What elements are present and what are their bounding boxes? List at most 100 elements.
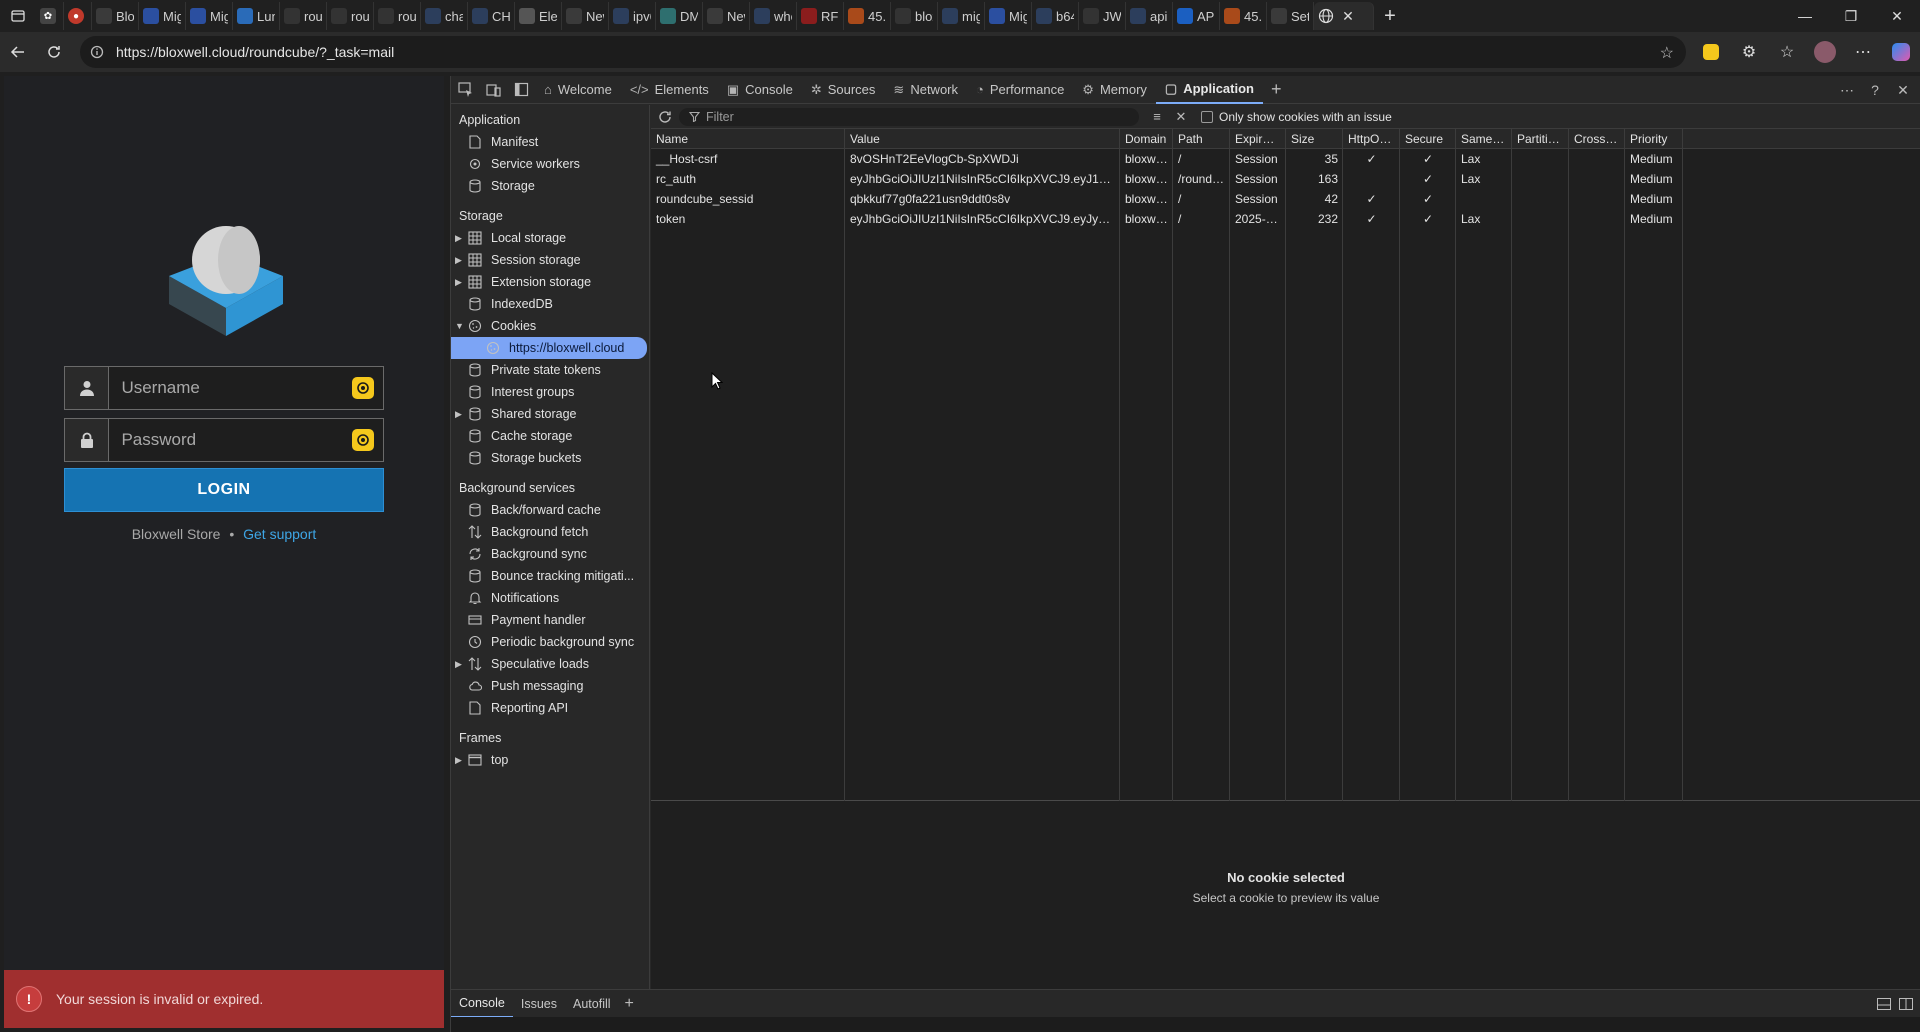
browser-tab[interactable]: rour — [280, 2, 327, 30]
sidebar-item-storage-buckets[interactable]: Storage buckets — [451, 447, 649, 469]
close-drawer-icon[interactable] — [1899, 998, 1913, 1010]
password-extension-icon[interactable] — [1692, 32, 1730, 72]
close-devtools-icon[interactable]: ✕ — [1889, 76, 1917, 104]
browser-tab[interactable]: API I — [1173, 2, 1220, 30]
new-tab-button[interactable]: + — [1374, 2, 1406, 30]
sidebar-item-https-bloxwell-cloud[interactable]: https://bloxwell.cloud — [451, 337, 647, 359]
column-header-partition[interactable]: Partition ... — [1512, 128, 1569, 149]
password-manager-icon[interactable] — [342, 367, 383, 409]
toggle-sidebar-icon[interactable] — [507, 76, 535, 104]
sidebar-item-indexeddb[interactable]: IndexedDB — [451, 293, 649, 315]
more-menu-icon[interactable]: ⋯ — [1844, 32, 1882, 72]
sidebar-item-back-forward-cache[interactable]: Back/forward cache — [451, 499, 649, 521]
devtools-tab-elements[interactable]: </> Elements — [621, 76, 718, 104]
browser-tab[interactable]: RFC — [797, 2, 844, 30]
devtools-tab-welcome[interactable]: ⌂ Welcome — [535, 76, 621, 104]
browser-tab[interactable]: 45.4 — [844, 2, 891, 30]
devtools-tab-console[interactable]: ▣ Console — [718, 76, 802, 104]
inspect-element-icon[interactable] — [451, 76, 479, 104]
password-manager-icon[interactable] — [342, 419, 383, 461]
username-input[interactable] — [109, 367, 343, 409]
browser-tab[interactable]: Luna — [233, 2, 280, 30]
collapsed-arrow-icon[interactable]: ▶ — [451, 659, 467, 670]
drawer-tab-autofill[interactable]: Autofill — [565, 990, 619, 1018]
sidebar-item-periodic-background-sync[interactable]: Periodic background sync — [451, 631, 649, 653]
cookie-filter-input[interactable]: Filter — [679, 107, 1139, 126]
browser-tab[interactable]: rour — [327, 2, 374, 30]
favorite-star-icon[interactable]: ☆ — [1660, 43, 1674, 63]
help-icon[interactable]: ? — [1861, 76, 1889, 104]
column-header-domain[interactable]: Domain — [1120, 128, 1173, 149]
sidebar-item-manifest[interactable]: Manifest — [451, 131, 649, 153]
favorites-icon[interactable]: ☆ — [1768, 32, 1806, 72]
collapsed-arrow-icon[interactable]: ▶ — [451, 755, 467, 766]
profile-avatar[interactable] — [1806, 32, 1844, 72]
support-link[interactable]: Get support — [243, 526, 316, 542]
browser-tab[interactable]: Blox — [92, 2, 139, 30]
table-row[interactable]: token eyJhbGciOiJIUzI1NiIsInR5cCI6IkpXVCJ… — [651, 209, 1920, 229]
sidebar-item-speculative-loads[interactable]: ▶ Speculative loads — [451, 653, 649, 675]
sidebar-item-private-state-tokens[interactable]: Private state tokens — [451, 359, 649, 381]
browser-tab[interactable]: New — [562, 2, 609, 30]
copilot-sidebar-icon[interactable] — [1882, 32, 1920, 72]
devtools-more-icon[interactable]: ⋯ — [1833, 76, 1861, 104]
column-header-secure[interactable]: Secure — [1400, 128, 1456, 149]
back-button[interactable] — [0, 36, 36, 68]
sidebar-item-session-storage[interactable]: ▶ Session storage — [451, 249, 649, 271]
devtools-tab-performance[interactable]: ◔ Performance — [967, 76, 1073, 104]
column-header-samesite[interactable]: SameSite — [1456, 128, 1512, 149]
site-info-icon[interactable] — [90, 45, 110, 59]
column-header-cross-site[interactable]: Cross Site — [1569, 128, 1625, 149]
more-tools-icon[interactable]: + — [1263, 79, 1290, 100]
dock-drawer-icon[interactable] — [1877, 998, 1891, 1010]
browser-tab[interactable]: Migr — [186, 2, 233, 30]
browser-tab[interactable]: Migr — [985, 2, 1032, 30]
browser-tab[interactable]: whe — [750, 2, 797, 30]
drawer-tab-console[interactable]: Console — [451, 990, 513, 1018]
browser-tab[interactable]: chat — [421, 2, 468, 30]
browser-tab[interactable]: DMA — [656, 2, 703, 30]
column-header-value[interactable]: Value — [845, 128, 1120, 149]
browser-tab[interactable]: JWT — [1079, 2, 1126, 30]
sidebar-item-interest-groups[interactable]: Interest groups — [451, 381, 649, 403]
sidebar-item-shared-storage[interactable]: ▶ Shared storage — [451, 403, 649, 425]
minimize-icon[interactable]: — — [1782, 0, 1828, 32]
sidebar-item-service-workers[interactable]: Service workers — [451, 153, 649, 175]
table-row[interactable]: roundcube_sessid qbkkuf77g0fa221usn9ddt0s… — [651, 189, 1920, 209]
sidebar-item-notifications[interactable]: Notifications — [451, 587, 649, 609]
sidebar-item-reporting-api[interactable]: Reporting API — [451, 697, 649, 719]
collapsed-arrow-icon[interactable]: ▶ — [451, 233, 467, 244]
column-header-priority[interactable]: Priority — [1625, 128, 1683, 149]
delete-all-icon[interactable]: ✕ — [1169, 109, 1193, 125]
browser-tab[interactable]: migr — [938, 2, 985, 30]
extensions-icon[interactable]: ⚙ — [1730, 32, 1768, 72]
login-button[interactable]: LOGIN — [64, 468, 384, 512]
browser-tab[interactable]: Elev — [515, 2, 562, 30]
sidebar-item-payment-handler[interactable]: Payment handler — [451, 609, 649, 631]
sidebar-item-storage[interactable]: Storage — [451, 175, 649, 197]
drawer-tab-issues[interactable]: Issues — [513, 990, 565, 1018]
sidebar-item-cache-storage[interactable]: Cache storage — [451, 425, 649, 447]
table-row[interactable]: rc_auth eyJhbGciOiJIUzI1NiIsInR5cCI6IkpXV… — [651, 169, 1920, 189]
devtools-tab-memory[interactable]: ⚙ Memory — [1073, 76, 1156, 104]
address-bar[interactable]: https://bloxwell.cloud/roundcube/?_task=… — [80, 36, 1686, 68]
column-header-httponly[interactable]: HttpOnly — [1343, 128, 1400, 149]
sidebar-item-cookies[interactable]: ▼ Cookies — [451, 315, 649, 337]
column-header-name[interactable]: Name — [651, 128, 845, 149]
device-toolbar-icon[interactable] — [479, 76, 507, 104]
browser-tab[interactable]: Setti — [1267, 2, 1314, 30]
sidebar-item-extension-storage[interactable]: ▶ Extension storage — [451, 271, 649, 293]
table-row[interactable]: __Host-csrf 8vOSHnT2EeVlogCb-SpXWDJi bloxw… — [651, 149, 1920, 169]
password-input[interactable] — [109, 419, 343, 461]
browser-tab[interactable]: ipv6 — [609, 2, 656, 30]
browser-tab[interactable]: Migr — [139, 2, 186, 30]
browser-tab[interactable]: New — [703, 2, 750, 30]
tab-actions-menu-icon[interactable] — [0, 0, 36, 32]
browser-tab[interactable]: CHA — [468, 2, 515, 30]
reload-button[interactable] — [36, 36, 72, 68]
add-drawer-tab-icon[interactable]: + — [619, 995, 640, 1013]
sidebar-item-background-sync[interactable]: Background sync — [451, 543, 649, 565]
sidebar-item-bounce-tracking-mitigati[interactable]: Bounce tracking mitigati... — [451, 565, 649, 587]
window-close-icon[interactable]: ✕ — [1874, 0, 1920, 32]
column-header-expires[interactable]: Expires / ... — [1230, 128, 1286, 149]
